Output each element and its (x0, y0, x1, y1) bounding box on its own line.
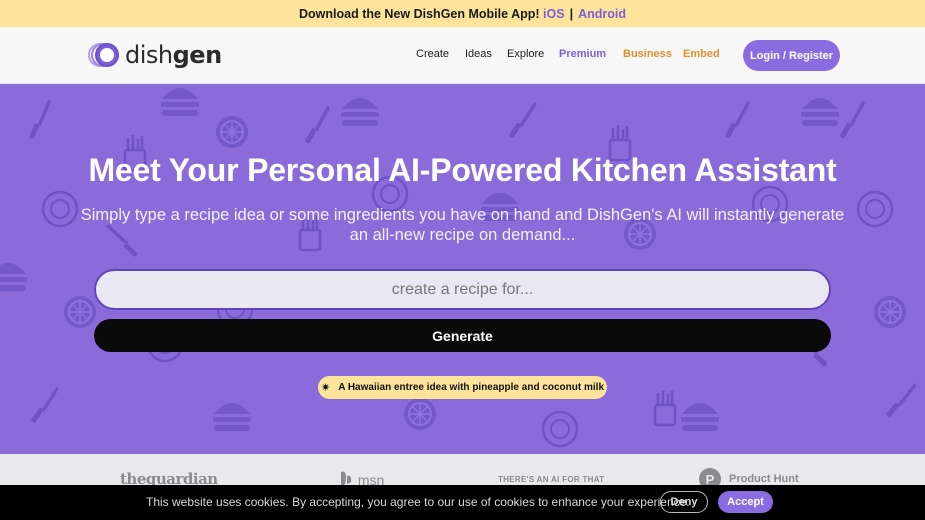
theres-an-ai-for-that-logo: THERE'S AN AI FOR THAT (498, 475, 605, 484)
logo-wordmark: dishgen (125, 41, 222, 69)
msn-logo: msn (338, 470, 384, 485)
logo-bold: gen (172, 41, 223, 69)
product-hunt-icon: P (699, 468, 721, 485)
sparkle-icon: ✷ (320, 382, 331, 394)
banner-text: Download the New DishGen Mobile App! (299, 6, 540, 21)
header: dishgen Create Ideas Explore Premium Bus… (0, 27, 925, 84)
product-hunt-logo: P Product Hunt (699, 468, 799, 485)
banner-separator: | (569, 6, 574, 21)
cookie-message: This website uses cookies. By accepting,… (146, 495, 690, 509)
logo-rings-icon (88, 43, 119, 67)
hero-title: Meet Your Personal AI-Powered Kitchen As… (88, 152, 837, 188)
nav-create[interactable]: Create (416, 48, 449, 60)
nav-explore[interactable]: Explore (507, 48, 544, 60)
msn-butterfly-icon (341, 471, 352, 485)
msn-label: msn (357, 472, 385, 485)
idea-suggestion-chip[interactable]: ✷ A Hawaiian entree idea with pineapple … (318, 376, 607, 399)
ios-link[interactable]: iOS (543, 7, 565, 21)
dishgen-logo[interactable]: dishgen (88, 39, 222, 71)
hero-section: Meet Your Personal AI-Powered Kitchen As… (0, 84, 925, 454)
product-hunt-label: Product Hunt (729, 473, 799, 485)
accept-cookies-button[interactable]: Accept (718, 491, 773, 513)
press-logos-strip: theguardian msn THERE'S AN AI FOR THAT P… (0, 454, 925, 485)
login-register-button[interactable]: Login / Register (743, 40, 840, 71)
nav-ideas[interactable]: Ideas (465, 48, 492, 60)
nav-embed[interactable]: Embed (683, 48, 720, 60)
cookie-banner: This website uses cookies. By accepting,… (0, 485, 925, 520)
generate-button[interactable]: Generate (94, 319, 831, 352)
hero-subtitle: Simply type a recipe idea or some ingred… (80, 206, 845, 244)
recipe-search-input[interactable]: create a recipe for... (94, 269, 831, 310)
app-download-banner: Download the New DishGen Mobile App! iOS… (0, 0, 925, 27)
guardian-logo: theguardian (120, 470, 218, 485)
android-link[interactable]: Android (578, 7, 626, 21)
deny-cookies-button[interactable]: Deny (660, 491, 708, 513)
logo-light: dish (125, 41, 173, 69)
nav-business[interactable]: Business (623, 48, 672, 60)
idea-chip-label: A Hawaiian entree idea with pineapple an… (338, 382, 604, 393)
nav-premium[interactable]: Premium (559, 48, 606, 60)
